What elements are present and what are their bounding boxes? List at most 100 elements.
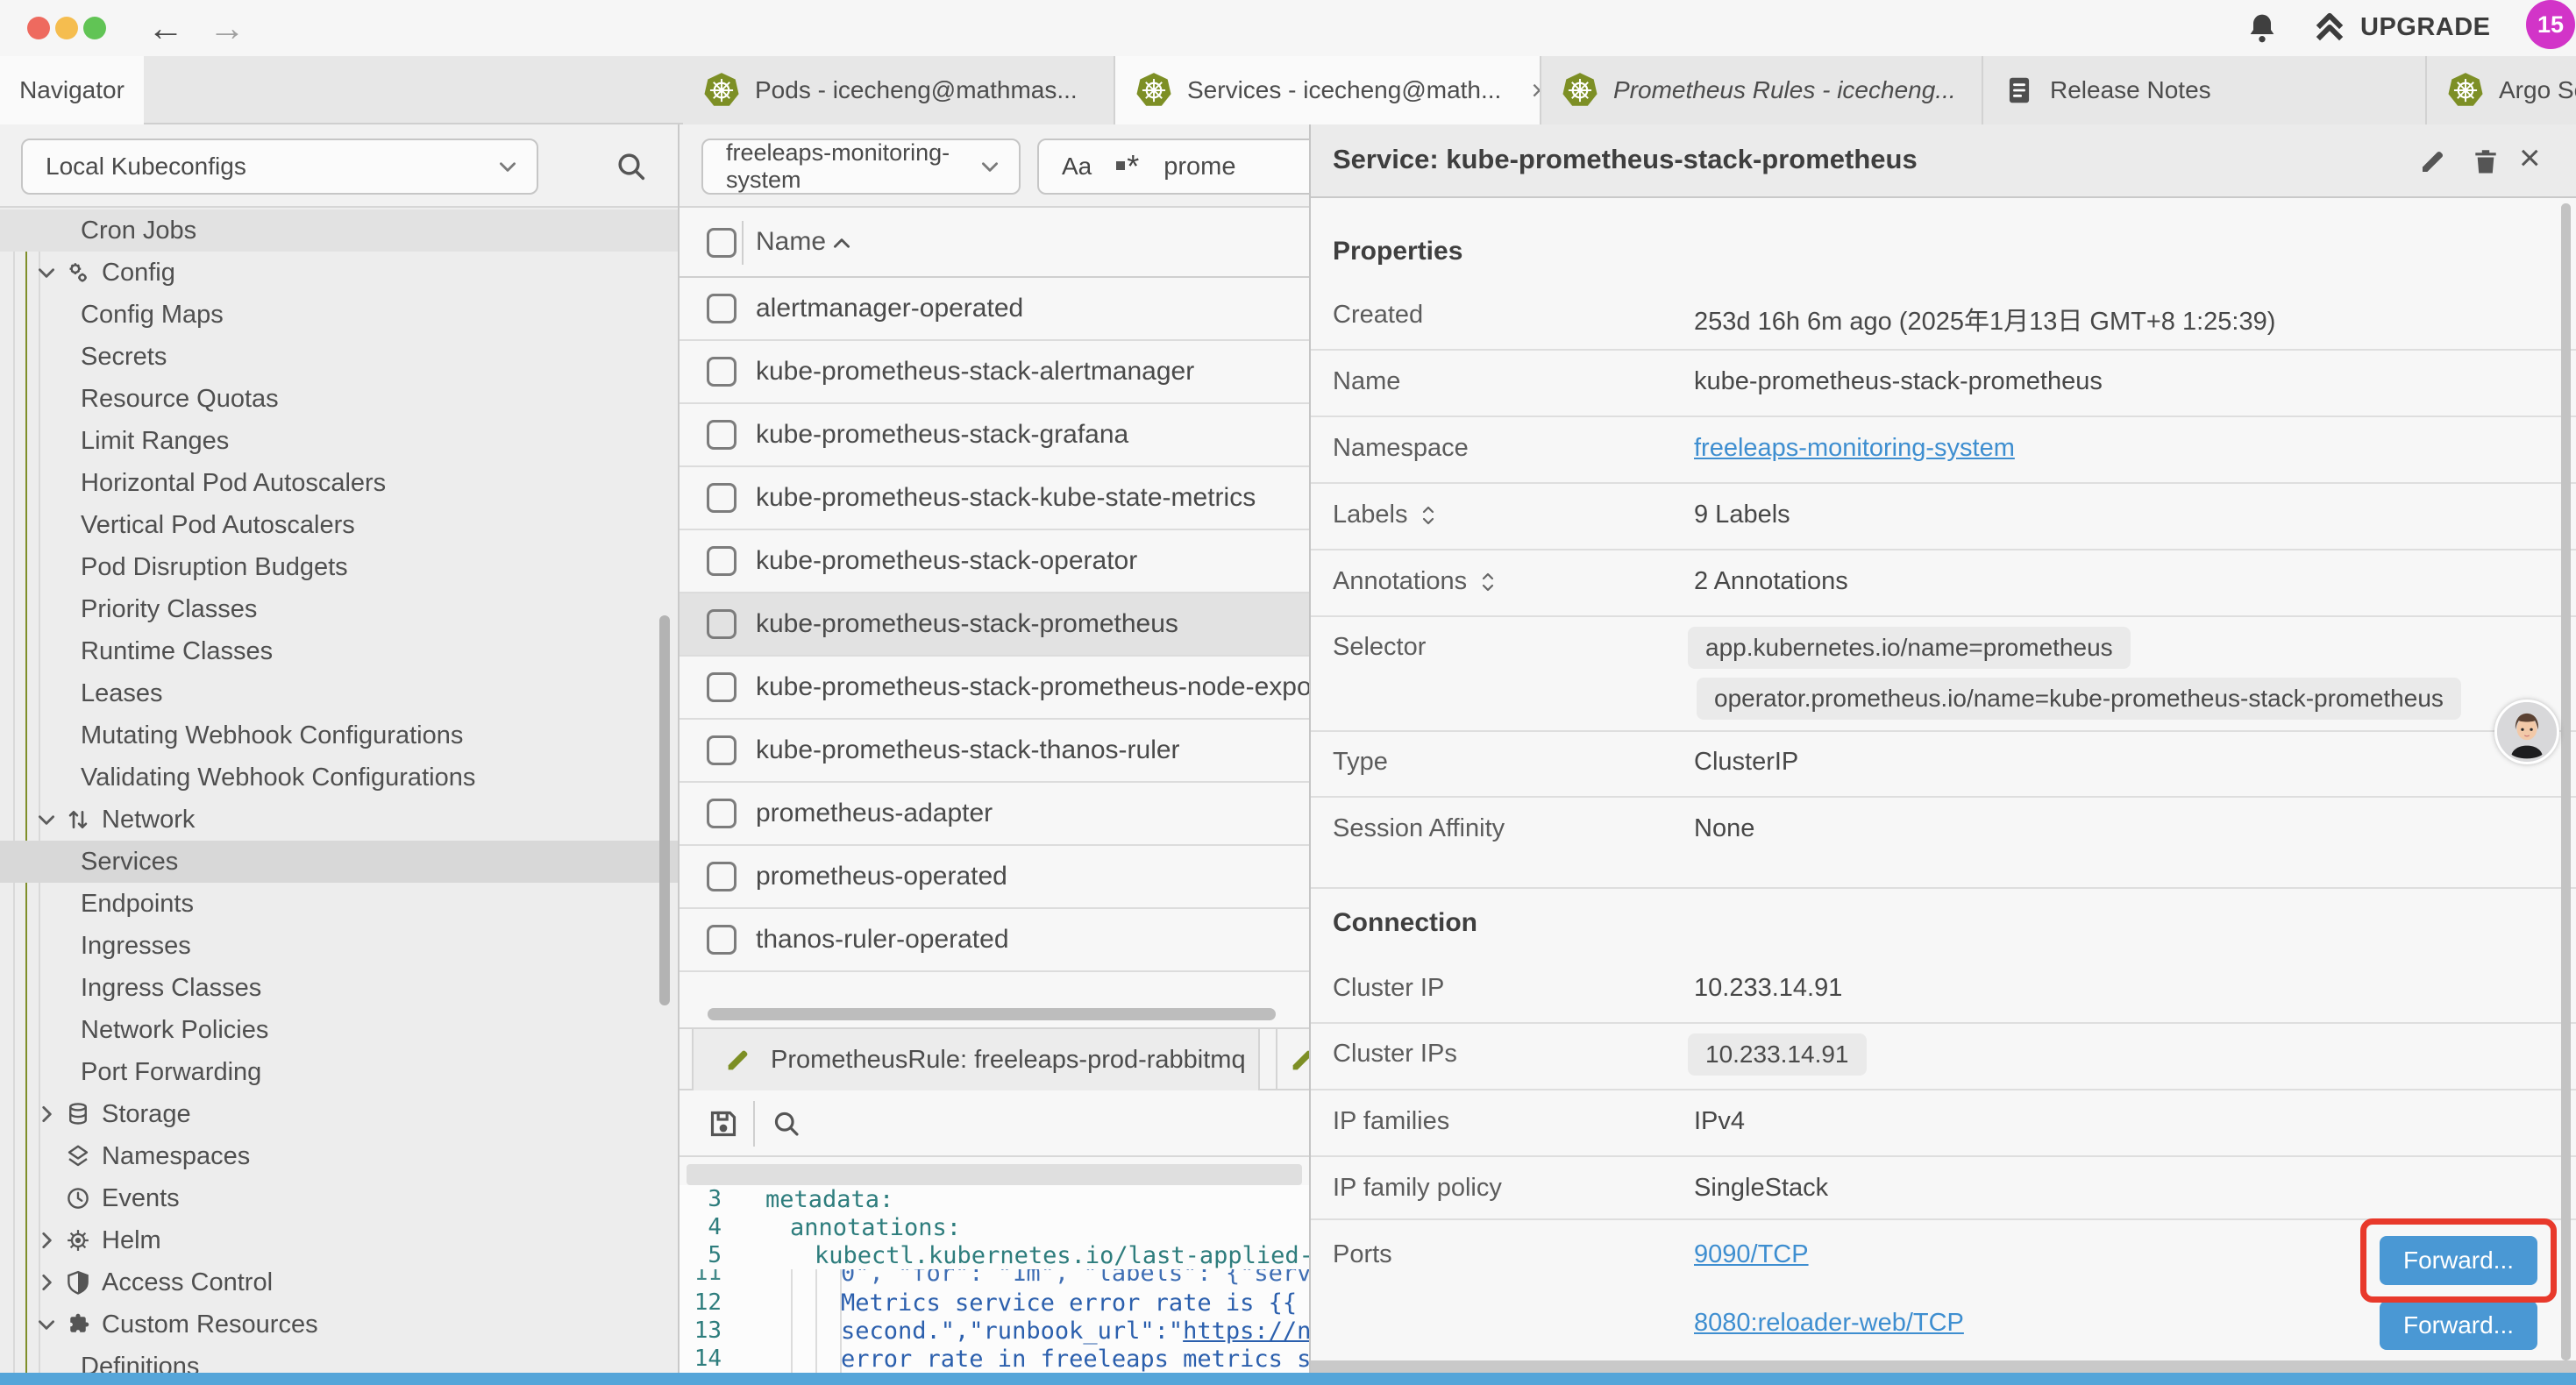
expand-collapse-icon[interactable] [1477, 570, 1498, 594]
namespace-link[interactable]: freeleaps-monitoring-system [1694, 434, 2015, 463]
sidebar-tree-item[interactable]: Secrets [0, 336, 678, 378]
sidebar-tree-item[interactable]: Services [0, 841, 678, 883]
edit-pencil-icon[interactable] [2417, 146, 2449, 177]
row-checkbox[interactable] [707, 294, 737, 323]
port-link-9090[interactable]: 9090/TCP [1694, 1240, 1809, 1269]
sidebar-scrollbar[interactable] [659, 615, 670, 1005]
row-checkbox[interactable] [707, 420, 737, 450]
delete-trash-icon[interactable] [2470, 146, 2501, 177]
table-row[interactable]: kube-prometheus-stack-grafana [680, 404, 1309, 467]
sidebar-tree-item[interactable]: Ingresses [0, 925, 678, 967]
editor-tab-partial[interactable] [1276, 1029, 1309, 1090]
row-checkbox[interactable] [707, 546, 737, 576]
sidebar-tree-item[interactable]: Definitions [0, 1346, 678, 1373]
zoom-window-button[interactable] [83, 17, 106, 39]
table-row[interactable]: prometheus-operated [680, 846, 1309, 909]
sort-ascending-icon[interactable] [830, 232, 853, 255]
sidebar-tree-item[interactable]: Helm [0, 1219, 678, 1261]
service-name: kube-prometheus-stack-kube-state-metrics [756, 483, 1256, 513]
expand-collapse-icon[interactable] [1418, 503, 1439, 528]
editor-search-icon[interactable] [771, 1108, 802, 1140]
sidebar-tree-item[interactable]: Events [0, 1177, 678, 1219]
sidebar-tree-item[interactable]: Port Forwarding [0, 1051, 678, 1093]
table-row[interactable]: kube-prometheus-stack-kube-state-metrics [680, 467, 1309, 530]
sidebar-tree-item[interactable]: Ingress Classes [0, 967, 678, 1009]
select-all-checkbox[interactable] [707, 228, 737, 258]
sidebar-tree-item[interactable]: Namespaces [0, 1135, 678, 1177]
sidebar-tree-item[interactable]: Cron Jobs [0, 210, 678, 252]
cluster-ip-label: Cluster IP [1333, 974, 1444, 1003]
sidebar-tree-item[interactable]: Config [0, 252, 678, 294]
sidebar-tree-item[interactable]: Horizontal Pod Autoscalers [0, 462, 678, 504]
sidebar-tree-item[interactable]: Network Policies [0, 1009, 678, 1051]
row-checkbox[interactable] [707, 925, 737, 955]
tree-item-label: Resource Quotas [81, 385, 279, 414]
sidebar-tree-item[interactable]: Leases [0, 672, 678, 714]
notification-count-badge[interactable]: 15 [2526, 0, 2575, 49]
table-horizontal-scrollbar[interactable] [708, 1008, 1276, 1020]
runbook-url-link[interactable]: https://net [1183, 1318, 1309, 1345]
table-row[interactable]: kube-prometheus-stack-alertmanager [680, 341, 1309, 404]
sidebar-tree-item[interactable]: Config Maps [0, 294, 678, 336]
user-avatar[interactable] [2494, 700, 2559, 764]
editor-line: 14 error rate in freeleaps metrics ser [680, 1345, 1309, 1373]
match-case-toggle[interactable]: Aa [1062, 153, 1092, 181]
tab-navigator[interactable]: Navigator [0, 56, 144, 124]
tree-item-label: Pod Disruption Budgets [81, 553, 348, 582]
table-row[interactable]: thanos-ruler-operated [680, 909, 1309, 972]
table-row[interactable]: alertmanager-operated [680, 278, 1309, 341]
sidebar-tree-item[interactable]: Priority Classes [0, 588, 678, 630]
row-checkbox[interactable] [707, 483, 737, 513]
row-checkbox[interactable] [707, 799, 737, 828]
table-row[interactable]: kube-prometheus-stack-prometheus-node-ex… [680, 657, 1309, 720]
row-checkbox[interactable] [707, 609, 737, 639]
table-row[interactable]: kube-prometheus-stack-thanos-ruler [680, 720, 1309, 783]
back-button[interactable]: ← [147, 7, 184, 49]
yaml-editor[interactable]: 3 metadata: 4 annotations: 5 kubectl.kub… [680, 1185, 1309, 1373]
tab-services[interactable]: Services - icecheng@math... × [1115, 56, 1541, 124]
sidebar-tree-item[interactable]: Access Control [0, 1261, 678, 1303]
close-panel-icon[interactable]: × [2519, 137, 2541, 179]
tab-release-notes[interactable]: Release Notes [1983, 56, 2427, 124]
tab-pods[interactable]: Pods - icecheng@mathmas... [683, 56, 1115, 124]
tab-prometheus-rules[interactable]: Prometheus Rules - icecheng... [1541, 56, 1983, 124]
name-column-header[interactable]: Name [756, 227, 826, 257]
port-link-8080[interactable]: 8080:reloader-web/TCP [1694, 1309, 1964, 1338]
save-icon[interactable] [706, 1106, 741, 1141]
editor-tab-prometheusrule[interactable]: PrometheusRule: freeleaps-prod-rabbitmq [692, 1029, 1260, 1090]
sidebar-tree-item[interactable]: Network [0, 799, 678, 841]
namespace-select[interactable]: freeleaps-monitoring-system [701, 138, 1021, 195]
kubeconfig-select[interactable]: Local Kubeconfigs [21, 138, 538, 195]
sidebar-tree-item[interactable]: Pod Disruption Budgets [0, 546, 678, 588]
sidebar-tree-item[interactable]: Custom Resources [0, 1303, 678, 1346]
close-tab-icon[interactable]: × [1531, 75, 1541, 107]
upgrade-button[interactable]: UPGRADE [2311, 9, 2491, 46]
tab-argo[interactable]: Argo Se [2427, 56, 2576, 124]
table-row[interactable]: prometheus-adapter [680, 783, 1309, 846]
sidebar-tree-item[interactable]: Validating Webhook Configurations [0, 756, 678, 799]
sidebar-tree-item[interactable]: Vertical Pod Autoscalers [0, 504, 678, 546]
row-checkbox[interactable] [707, 735, 737, 765]
regex-toggle[interactable]: * [1116, 158, 1139, 175]
notifications-bell-icon[interactable] [2245, 11, 2280, 46]
forward-button[interactable]: → [209, 7, 246, 49]
row-checkbox[interactable] [707, 672, 737, 702]
table-row[interactable]: kube-prometheus-stack-operator [680, 530, 1309, 593]
row-checkbox[interactable] [707, 862, 737, 891]
row-checkbox[interactable] [707, 357, 737, 387]
sidebar-tree-item[interactable]: Resource Quotas [0, 378, 678, 420]
sidebar-tree-item[interactable]: Limit Ranges [0, 420, 678, 462]
filter-search-input[interactable]: Aa * prome [1037, 138, 1309, 195]
close-window-button[interactable] [27, 17, 50, 39]
table-row[interactable]: kube-prometheus-stack-prometheus [680, 593, 1309, 657]
forward-button-8080[interactable]: Forward... [2380, 1301, 2537, 1350]
editor-scroll-band[interactable] [687, 1164, 1302, 1185]
detail-horizontal-scrollbar[interactable] [1311, 1360, 2576, 1373]
sidebar-tree-item[interactable]: Runtime Classes [0, 630, 678, 672]
sidebar-tree-item[interactable]: Storage [0, 1093, 678, 1135]
minimize-window-button[interactable] [55, 17, 78, 39]
sidebar-search-icon[interactable] [614, 149, 649, 184]
sidebar-tree-item[interactable]: Endpoints [0, 883, 678, 925]
sidebar-tree-item[interactable]: Mutating Webhook Configurations [0, 714, 678, 756]
detail-scrollbar[interactable] [2561, 203, 2571, 1360]
